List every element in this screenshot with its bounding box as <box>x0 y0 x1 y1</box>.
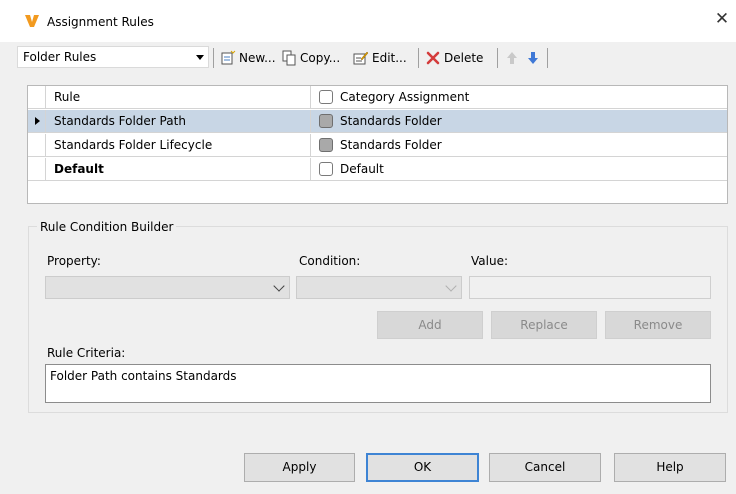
row-checkbox[interactable] <box>319 162 333 176</box>
table-row[interactable]: Standards Folder Lifecycle Standards Fol… <box>28 134 727 157</box>
toolbar-separator <box>213 48 214 68</box>
delete-icon <box>426 51 440 65</box>
rule-cell[interactable]: Default <box>47 158 311 181</box>
table-row[interactable]: Standards Folder Path Standards Folder <box>28 110 727 133</box>
vault-app-icon <box>25 15 39 27</box>
arrow-up-icon <box>507 52 517 64</box>
close-icon: ✕ <box>714 9 730 29</box>
cancel-button[interactable]: Cancel <box>489 453 601 482</box>
arrow-down-icon <box>528 52 538 64</box>
edit-label: Edit... <box>372 51 407 65</box>
delete-label: Delete <box>444 51 484 65</box>
ok-button[interactable]: OK <box>366 453 479 482</box>
copy-button[interactable]: Copy... <box>281 48 340 68</box>
new-label: New... <box>239 51 276 65</box>
category-value: Standards Folder <box>340 138 442 152</box>
rules-grid: Rule Category Assignment Standards Folde… <box>27 85 728 204</box>
new-button[interactable]: New... <box>220 48 276 68</box>
condition-label: Condition: <box>299 254 361 268</box>
category-value: Default <box>340 162 384 176</box>
delete-button[interactable]: Delete <box>425 48 483 68</box>
category-cell[interactable]: Standards Folder <box>312 134 726 157</box>
category-cell[interactable]: Standards Folder <box>312 110 726 133</box>
property-label: Property: <box>47 254 101 268</box>
rule-cell[interactable]: Standards Folder Path <box>47 110 311 133</box>
rule-criteria-text: Folder Path contains Standards <box>50 369 237 383</box>
edit-button[interactable]: Edit... <box>353 48 407 68</box>
row-header-cell <box>28 110 46 133</box>
value-label: Value: <box>471 254 508 268</box>
new-rule-icon <box>221 50 236 65</box>
row-header-cell <box>28 158 46 181</box>
folder-rules-select[interactable]: Folder Rules <box>17 46 209 68</box>
group-title: Rule Condition Builder <box>37 220 177 234</box>
remove-button[interactable]: Remove <box>605 311 711 339</box>
add-button[interactable]: Add <box>377 311 483 339</box>
edit-icon <box>353 51 369 65</box>
help-button[interactable]: Help <box>614 453 726 482</box>
title-bar: Assignment Rules ✕ <box>0 0 736 42</box>
row-header-cell <box>28 86 46 109</box>
apply-button[interactable]: Apply <box>244 453 355 482</box>
toolbar-separator <box>547 48 548 68</box>
row-header-cell <box>28 134 46 157</box>
category-column-header[interactable]: Category Assignment <box>312 86 726 109</box>
value-input[interactable] <box>469 276 711 299</box>
toolbar: Folder Rules New... Copy... Edit... Dele… <box>15 44 567 72</box>
move-up-button[interactable] <box>505 48 522 68</box>
dropdown-arrow-icon[interactable] <box>192 47 208 67</box>
toolbar-separator <box>497 48 498 68</box>
property-dropdown[interactable] <box>45 276 290 299</box>
copy-label: Copy... <box>300 51 341 65</box>
copy-icon <box>282 50 296 66</box>
current-row-indicator-icon <box>35 117 40 125</box>
rule-criteria-textbox[interactable]: Folder Path contains Standards <box>45 364 711 403</box>
replace-button[interactable]: Replace <box>491 311 597 339</box>
category-cell[interactable]: Default <box>312 158 726 181</box>
rule-criteria-label: Rule Criteria: <box>47 346 126 360</box>
rule-column-header[interactable]: Rule <box>47 86 311 109</box>
toolbar-separator <box>418 48 419 68</box>
category-header-label: Category Assignment <box>340 90 470 104</box>
chevron-down-icon <box>273 280 285 292</box>
grid-header-row: Rule Category Assignment <box>28 86 727 109</box>
category-value: Standards Folder <box>340 114 442 128</box>
row-checkbox[interactable] <box>319 114 333 128</box>
rule-cell[interactable]: Standards Folder Lifecycle <box>47 134 311 157</box>
row-checkbox[interactable] <box>319 138 333 152</box>
table-row[interactable]: Default Default <box>28 158 727 181</box>
condition-dropdown[interactable] <box>296 276 462 299</box>
select-all-checkbox[interactable] <box>319 90 333 104</box>
folder-select-value: Folder Rules <box>23 50 97 64</box>
chevron-down-icon <box>445 280 457 292</box>
close-button[interactable]: ✕ <box>712 10 732 30</box>
window-title: Assignment Rules <box>47 15 154 29</box>
move-down-button[interactable] <box>526 48 543 68</box>
